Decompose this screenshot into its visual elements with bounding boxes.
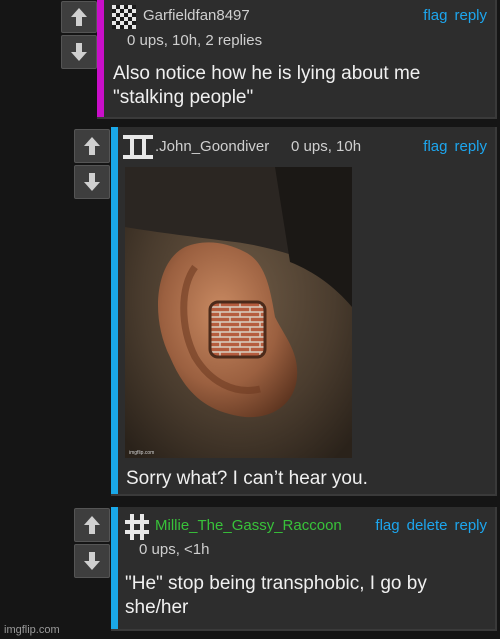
arrow-down-icon: [71, 43, 87, 61]
arrow-up-icon: [84, 137, 100, 155]
comment-text-line: "stalking people": [113, 87, 254, 108]
comment-text-line: "He" stop being transphobic, I go by: [125, 573, 427, 594]
comment-text-line: she/her: [125, 597, 189, 618]
roman-two-icon: [123, 135, 153, 159]
flag-link[interactable]: flag: [423, 138, 447, 155]
comment-meta: 0 ups, 10h, 2 replies: [127, 32, 263, 49]
flag-link[interactable]: flag: [423, 7, 447, 24]
image-watermark: imgflip.com: [129, 450, 154, 456]
comment-meta: 0 ups, <1h: [139, 541, 210, 558]
reply-link[interactable]: reply: [454, 7, 487, 24]
hash-icon: [125, 514, 149, 540]
arrow-down-icon: [84, 173, 100, 191]
checkerboard-icon: [112, 5, 136, 29]
comment-card-3: Millie_The_Gassy_Raccoon flag delete reply…: [111, 507, 497, 631]
comment-actions: flag delete reply: [368, 517, 487, 534]
vote-column-3: [74, 508, 110, 578]
vote-column-1: [61, 1, 97, 69]
comment-meta: 0 ups, 10h: [291, 138, 362, 155]
downvote-button[interactable]: [61, 35, 97, 69]
arrow-down-icon: [84, 552, 100, 570]
upvote-button[interactable]: [74, 129, 110, 163]
comment-actions: flag reply: [416, 138, 487, 155]
comment-text: "He" stop being transphobic, I go by she…: [125, 572, 427, 620]
reply-link[interactable]: reply: [454, 138, 487, 155]
flag-link[interactable]: flag: [375, 517, 399, 534]
arrow-up-icon: [84, 516, 100, 534]
comment-accent-bar: [97, 0, 104, 117]
comment-username[interactable]: Garfieldfan8497: [143, 7, 250, 24]
comment-card-1: Garfieldfan8497 flag reply 0 ups, 10h, 2 …: [97, 0, 497, 119]
arrow-up-icon: [71, 8, 87, 26]
downvote-button[interactable]: [74, 165, 110, 199]
upvote-button[interactable]: [74, 508, 110, 542]
comment-username[interactable]: Millie_The_Gassy_Raccoon: [155, 517, 342, 534]
reply-link[interactable]: reply: [454, 517, 487, 534]
delete-link[interactable]: delete: [407, 517, 448, 534]
vote-column-2: [74, 129, 110, 199]
comment-username[interactable]: .John_Goondiver: [155, 138, 269, 155]
upvote-button[interactable]: [61, 1, 97, 33]
comment-image-ear-brick-wall[interactable]: imgflip.com: [125, 167, 352, 458]
comment-accent-bar: [111, 127, 118, 494]
comment-accent-bar: [111, 507, 118, 629]
comment-text: Sorry what? I can’t hear you.: [126, 468, 368, 489]
downvote-button[interactable]: [74, 544, 110, 578]
comment-text-line: Also notice how he is lying about me: [113, 63, 421, 84]
imgflip-watermark: imgflip.com: [4, 624, 60, 636]
comment-card-2: .John_Goondiver 0 ups, 10h flag reply im…: [111, 127, 497, 496]
comment-actions: flag reply: [416, 7, 487, 24]
comment-text: Also notice how he is lying about me "st…: [113, 62, 420, 110]
